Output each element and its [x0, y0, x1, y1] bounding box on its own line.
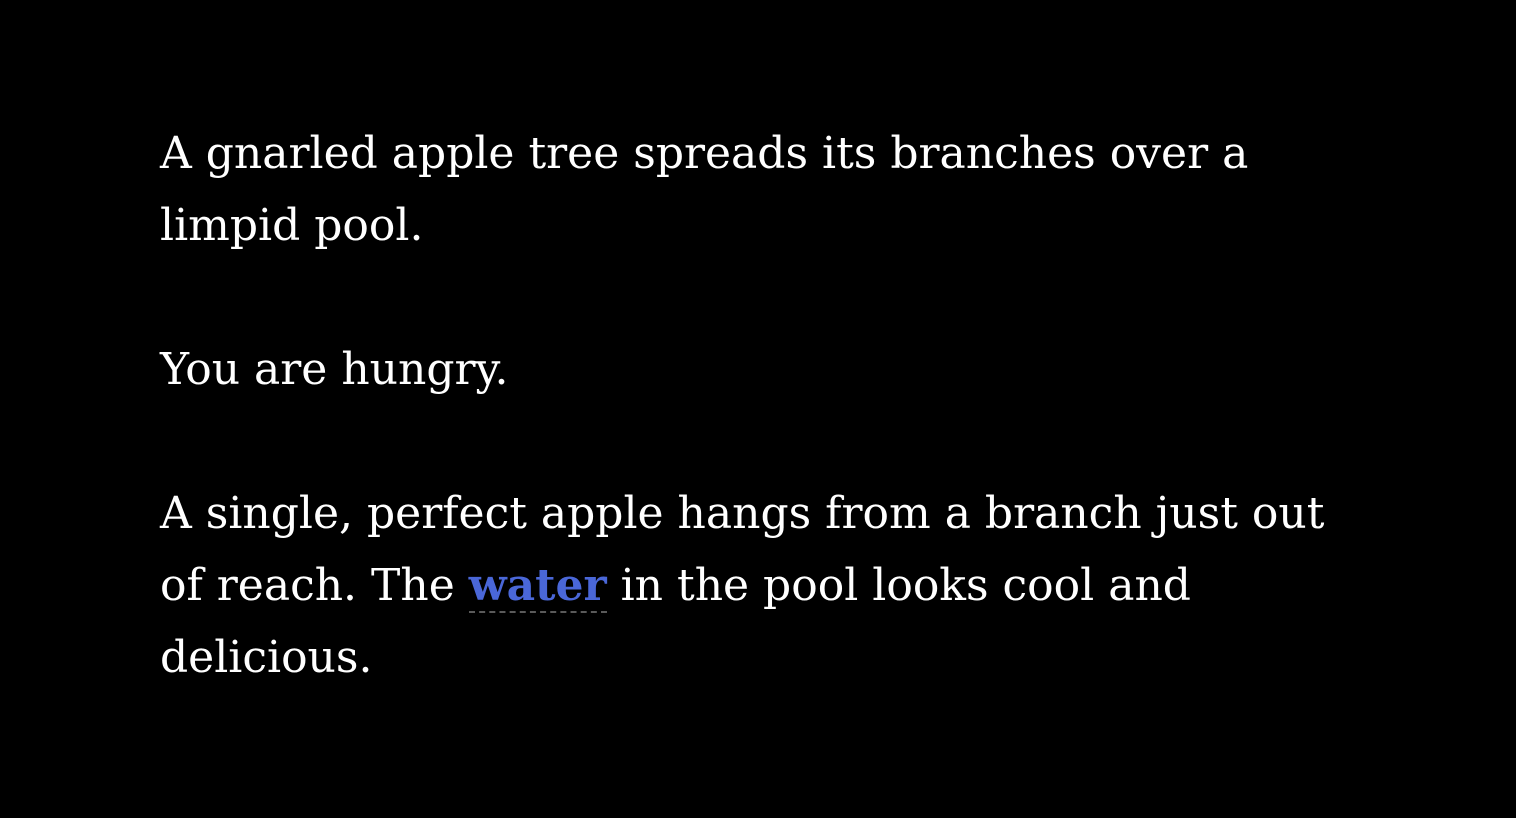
- passage-paragraph-2: You are hungry.: [160, 344, 509, 395]
- passage-paragraph-1: A gnarled apple tree spreads its branche…: [160, 128, 1249, 251]
- story-passage: A gnarled apple tree spreads its branche…: [160, 118, 1360, 694]
- passage-paragraph-3: A single, perfect apple hangs from a bra…: [160, 478, 1360, 694]
- water-link[interactable]: water: [468, 560, 607, 613]
